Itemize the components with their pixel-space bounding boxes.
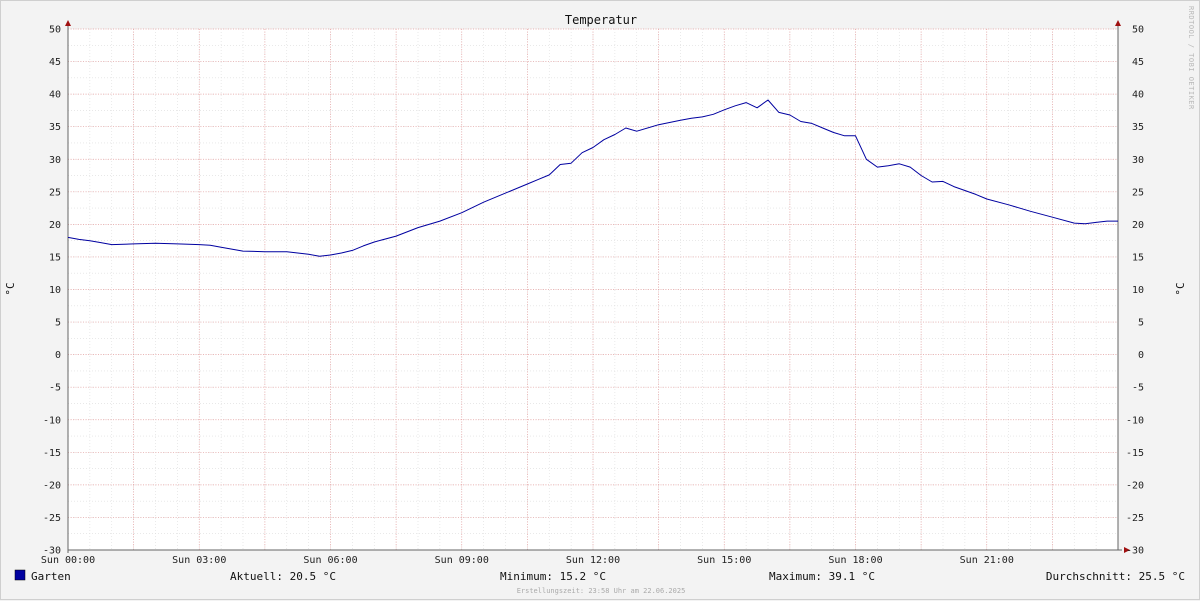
y-tick-label-right: 50 [1132,25,1144,36]
chart-window: 50 45 40 35 30 25 20 15 10 5 0 -5 -10 -15 -20 -25 -30 50… [0,0,1200,600]
x-tick-label: Sun 09:00 [435,555,489,566]
y-tick-label-right: 10 [1132,285,1144,296]
legend-maximum: Maximum: 39.1 °C [769,570,875,583]
y-tick-label-left: 5 [55,318,61,329]
legend-current: Aktuell: 20.5 °C [230,570,336,583]
y-tick-label-left: -5 [49,383,61,394]
chart-svg: 50454035302520151050-5-10-15-20-25-30 50… [4,6,1195,595]
x-tick-label: Sun 03:00 [172,555,226,566]
x-tick-label: Sun 15:00 [697,555,751,566]
legend-average: Durchschnitt: 25.5 °C [1046,570,1185,583]
y-tick-label-left: -10 [43,415,61,426]
y-tick-label-left: 20 [49,220,61,231]
y-tick-label-right: 15 [1132,252,1144,263]
y-tick-label-right: -30 [1126,546,1144,557]
x-tick-labels: Sun 00:00 Sun 03:00 Sun 06:00 Sun 09:00 Sun … [41,555,1014,566]
y-tick-label-right: 45 [1132,57,1144,68]
y-axis-arrow-right [1115,20,1121,26]
x-tick-label: Sun 06:00 [303,555,357,566]
x-tick-label: Sun 21:00 [960,555,1014,566]
chart-title: Temperatur [565,13,637,27]
y-axis-label-left: °C [4,282,17,295]
y-tick-label-right: 5 [1138,318,1144,329]
y-tick-label-left: 25 [49,187,61,198]
y-tick-label-left: -15 [43,448,61,459]
legend-swatch [14,569,26,581]
y-tick-label-right: -5 [1132,383,1144,394]
y-tick-label-right: -25 [1126,513,1144,524]
y-tick-label-left: 50 [49,25,61,36]
y-tick-label-right: 20 [1132,220,1144,231]
y-tick-label-right: -10 [1126,415,1144,426]
y-tick-label-right: 30 [1132,155,1144,166]
y-axis-arrow-left [65,20,71,26]
x-tick-label: Sun 00:00 [41,555,95,566]
y-tick-label-right: 0 [1138,350,1144,361]
x-tick-label: Sun 12:00 [566,555,620,566]
footer-timestamp: Erstellungszeit: 23:58 Uhr am 22.06.2025 [517,587,686,595]
y-tick-label-right: 25 [1132,187,1144,198]
y-tick-label-left: 0 [55,350,61,361]
y-tick-label-left: 10 [49,285,61,296]
y-tick-label-right: 40 [1132,90,1144,101]
legend-minimum: Minimum: 15.2 °C [500,570,606,583]
y-tick-labels-right: 50454035302520151050-5-10-15-20-25-30 [1126,25,1144,557]
y-axis-label-right: °C [1174,282,1187,295]
y-tick-label-left: -20 [43,480,61,491]
y-tick-label-left: 35 [49,122,61,133]
y-tick-labels-left: 50454035302520151050-5-10-15-20-25-30 [43,25,61,557]
y-tick-label-right: 35 [1132,122,1144,133]
y-tick-label-left: 30 [49,155,61,166]
watermark: RRDTOOL / TOBI OETIKER [1187,6,1195,110]
x-tick-label: Sun 18:00 [828,555,882,566]
y-tick-label-left: 45 [49,57,61,68]
y-tick-label-left: -25 [43,513,61,524]
y-tick-label-left: 40 [49,90,61,101]
y-tick-label-right: -20 [1126,480,1144,491]
y-tick-label-right: -15 [1126,448,1144,459]
legend-series-name: Garten [31,570,71,583]
y-tick-label-left: 15 [49,252,61,263]
